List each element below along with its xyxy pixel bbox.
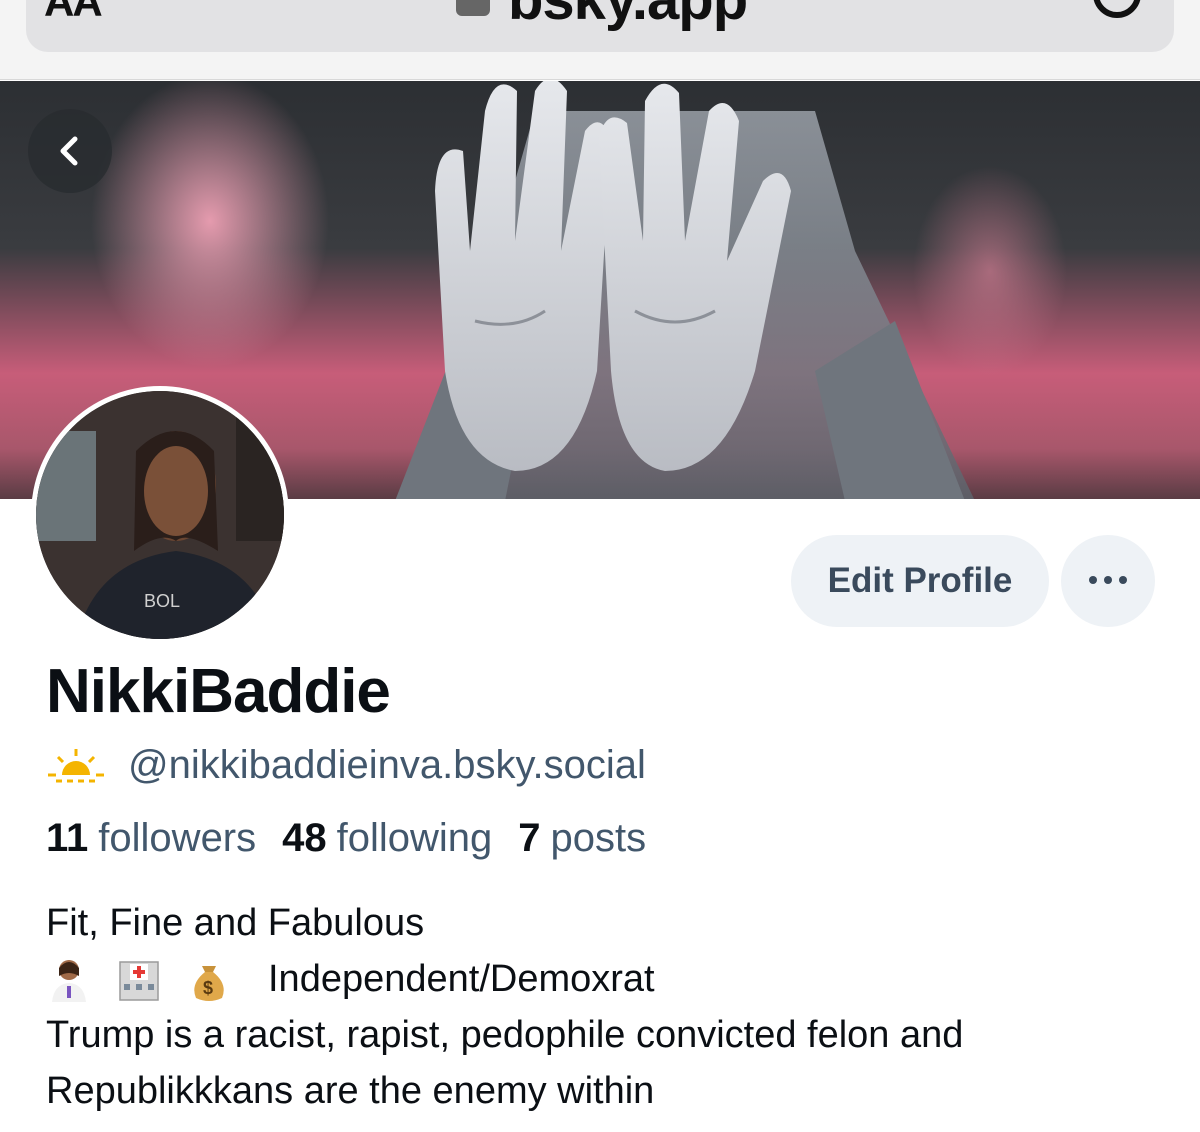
money-bag-emoji-icon: $ [194, 966, 224, 1001]
bio-line: Fit, Fine and Fabulous [46, 902, 425, 944]
posts-label: posts [550, 816, 647, 860]
bio-line: NO MAGA! [46, 1119, 1176, 1132]
woman-health-worker-emoji-icon [52, 960, 86, 1002]
ellipsis-icon [1089, 576, 1127, 584]
bio-emoji-line: $ Independent/Demoxrat [46, 951, 1176, 1007]
posts-stat: 7 posts [518, 816, 646, 861]
banner-artwork [395, 81, 975, 499]
following-count: 48 [282, 816, 327, 860]
profile-handle[interactable]: @nikkibaddieinva.bsky.social [128, 743, 646, 788]
svg-text:BOL: BOL [144, 591, 180, 611]
followers-count: 11 [46, 816, 89, 860]
following-stat[interactable]: 48 following [282, 816, 492, 861]
more-options-button[interactable] [1061, 535, 1155, 627]
display-name: NikkiBaddie [46, 657, 391, 726]
browser-address-bar: AA bsky.app [0, 0, 1200, 80]
reader-mode-button[interactable]: AA [44, 0, 103, 26]
edit-profile-button[interactable]: Edit Profile [791, 535, 1049, 627]
hospital-emoji-icon [119, 961, 159, 1001]
url-text[interactable]: bsky.app [508, 0, 748, 33]
back-button[interactable] [28, 109, 112, 193]
lock-icon [456, 0, 490, 16]
bio-line: Republikkkans are the enemy within [46, 1070, 655, 1112]
handle-row: @nikkibaddieinva.bsky.social [46, 740, 646, 790]
following-label: following [336, 816, 493, 860]
profile-stats: 11 followers 48 following 7 posts [46, 816, 646, 861]
avatar-photo: BOL [36, 391, 284, 639]
bio-line: Trump is a racist, rapist, pedophile con… [46, 1014, 964, 1056]
followers-stat[interactable]: 11 followers [46, 816, 256, 861]
avatar[interactable]: BOL [31, 386, 289, 644]
posts-count: 7 [518, 816, 541, 860]
chevron-left-icon [60, 136, 78, 166]
bio-affiliation: Independent/Demoxrat [268, 958, 655, 1000]
followers-label: followers [98, 816, 257, 860]
sun-emoji-icon [48, 749, 104, 783]
svg-text:$: $ [203, 978, 213, 998]
profile-bio: Fit, Fine and Fabulous $ Independent/Dem… [46, 895, 1176, 1132]
